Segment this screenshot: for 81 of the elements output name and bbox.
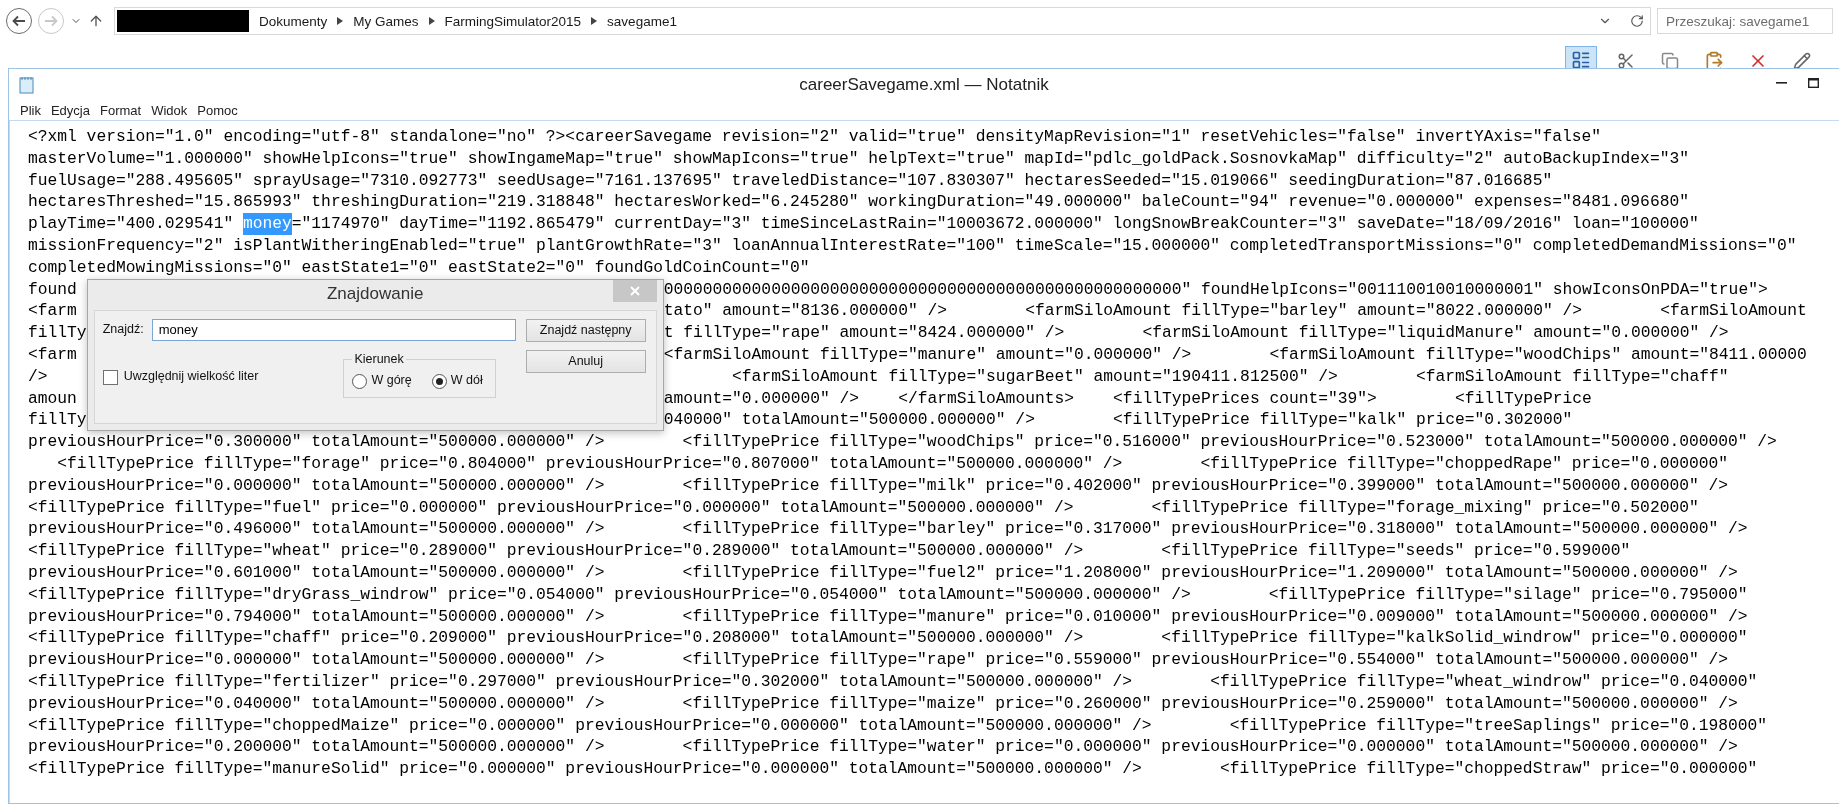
- dialog-button[interactable]: Anuluj: [525, 349, 646, 373]
- code-line: previousHourPrice="0.794000" totalAmount="500000.000000" /> <fillTypePrice fillType="manure" price="0.010000" previousHourPrice="0.009000" totalAmount="500000.000000" />: [28, 605, 1749, 628]
- code-text: ="1174970" dayTime="1192.865479" currentDay="3" timeSinceLastRain="10003672.000000" longSnowBreakCounter="3" saveDate="18/09/2016" loan="100000": [291, 213, 1699, 235]
- menu-item[interactable]: Widok: [146, 102, 193, 118]
- up-button[interactable]: [88, 13, 104, 29]
- code-text: tato" amount="8136.000000" /> <farmSiloAmount fillType="barley" amount="8022.000000" /> <farmSiloAmount: [663, 300, 1807, 323]
- menu-item[interactable]: Pomoc: [192, 102, 243, 118]
- forward-arrow-icon: [44, 15, 58, 27]
- code-line: <fillTypePrice fillType="forage" price="0.804000" previousHourPrice="0.807000" totalAmount="500000.000000" /> <fillTypePrice fillType="choppedRape" price="0.000000": [56, 452, 1730, 475]
- scissors-icon[interactable]: [1617, 52, 1635, 68]
- menu-item[interactable]: Edycja: [45, 102, 95, 118]
- clipboard-icon[interactable]: [1704, 51, 1724, 68]
- breadcrumb-item[interactable]: savegame1: [607, 13, 677, 29]
- back-arrow-icon: [12, 15, 26, 27]
- minimize-icon: [1775, 82, 1787, 84]
- search-field[interactable]: Przeszukaj: savegame1: [1657, 8, 1833, 34]
- radio-button[interactable]: [431, 373, 447, 389]
- code-line: previousHourPrice="0.300000" totalAmount="500000.000000" /> <fillTypePrice fillType="woodChips" price="0.516000" previousHourPrice="0.523000" totalAmount="500000.000000" />: [28, 431, 1778, 453]
- code-line: fuelUsage="288.495605" sprayUsage="7310.092773" seedUsage="7161.137695" traveledDistance="107.830307" hectaresSeeded="15.019066" seedingDuration="87.016685": [28, 169, 1554, 192]
- breadcrumb-item[interactable]: FarmingSimulator2015: [444, 13, 582, 29]
- code-line: <?xml version="1.0" encoding="utf-8" standalone="no" ?><careerSavegame revision="2" valid="true" densityMapRevision="1" resetVehicles="false" invertYAxis="false": [28, 126, 1603, 148]
- code-text: />: [28, 365, 48, 388]
- group-label: Kierunek: [353, 350, 405, 368]
- code-line: <fillTypePrice fillType="wheat" price="0.289000" previousHourPrice="0.289000" totalAmount="500000.000000" /> <fillTypePrice fillType="seeds" price="0.599000": [28, 540, 1632, 562]
- breadcrumb-separator-icon: [591, 17, 598, 25]
- code-text: amount="0.000000" /> </farmSiloAmounts> <fillTypePrices count="39"> <fillTypePrice: [663, 387, 1592, 410]
- code-line: previousHourPrice="0.000000" totalAmount="500000.000000" /> <fillTypePrice fillType="rape" price="0.559000" previousHourPrice="0.554000" totalAmount="500000.000000" />: [28, 649, 1730, 671]
- breadcrumb-item[interactable]: My Games: [353, 13, 419, 29]
- menu-item[interactable]: Plik: [15, 102, 46, 118]
- find-field[interactable]: money: [151, 318, 516, 341]
- code-text: fillTy: [28, 409, 87, 432]
- breadcrumb-separator-icon: [428, 17, 435, 25]
- code-line: <fillTypePrice fillType="chaff" price="0.209000" previousHourPrice="0.208000" totalAmount="500000.000000" /> <fillTypePrice fillType="kalkSolid_windrow" price="0.000000": [28, 627, 1749, 650]
- radio-button[interactable]: [352, 373, 368, 389]
- code-text: 00000000000000000000000000000000000000000000000000000" foundHelpIcons="001110010010000001" showIconsOnPDA="true">: [663, 278, 1768, 301]
- code-text: t fillType="rape" amount="8424.000000" /> <farmSiloAmount fillType="liquidManure" amount="0.000000" />: [663, 322, 1729, 344]
- breadcrumb-separator-icon: [337, 17, 344, 25]
- radio-label: W górę: [371, 372, 412, 390]
- code-text: <farmSiloAmount fillType="manure" amount="0.000000" /> <farmSiloAmount fillType="woodChips" amount="8411.00000: [663, 343, 1807, 366]
- code-text: playTime="400.029541": [28, 213, 235, 235]
- dialog-button[interactable]: Znajdź następny: [525, 318, 646, 342]
- text-editor[interactable]: [9, 120, 1839, 803]
- code-line: previousHourPrice="0.496000" totalAmount="500000.000000" /> <fillTypePrice fillType="barley" price="0.317000" previousHourPrice="0.318000" totalAmount="500000.000000" />: [28, 518, 1749, 541]
- code-line: missionFrequency="2" isPlantWitheringEnabled="true" plantGrowthRate="3" loanAnnualInterestRate="100" timeScale="15.000000" completedTransportMissions="0" completedDemandMissions="0": [28, 235, 1798, 257]
- code-text: fillTy: [28, 322, 87, 344]
- breadcrumb-item[interactable]: Dokumenty: [259, 13, 328, 29]
- code-line: previousHourPrice="0.200000" totalAmount="500000.000000" /> <fillTypePrice fillType="water" price="0.000000" previousHourPrice="0.000000" totalAmount="500000.000000" />: [28, 736, 1739, 759]
- checkbox-label: Uwzględnij wielkość liter: [123, 368, 259, 386]
- address-bar[interactable]: Dokumenty My Games FarmingSimulator2015 savegame1: [114, 7, 1651, 35]
- code-line: completedMowingMissions="0" eastState1="0" eastState2="0" foundGoldCoinCount="0": [28, 256, 811, 279]
- copy-icon[interactable]: [1661, 52, 1679, 68]
- code-text: 040000" totalAmount="500000.000000" /> <fillTypePrice fillType="kalk" price="0.302000": [663, 409, 1573, 432]
- code-line: <fillTypePrice fillType="manureSolid" price="0.000000" previousHourPrice="0.000000" totalAmount="500000.000000" /> <fillTypePrice fillType="choppedStraw" price="0.000000": [28, 758, 1759, 780]
- refresh-icon[interactable]: [1630, 14, 1644, 28]
- window-title: careerSavegame.xml — Notatnik: [799, 74, 1049, 94]
- find-label: Znajdź:: [102, 320, 144, 338]
- menu-item[interactable]: Format: [95, 102, 147, 118]
- list-view-icon[interactable]: [1571, 50, 1591, 68]
- code-text: <farmSiloAmount fillType="sugarBeet" amount="190411.812500" /> <farmSiloAmount fillType="chaff": [731, 365, 1729, 388]
- code-text: <farm: [28, 300, 77, 323]
- code-line: previousHourPrice="0.601000" totalAmount="500000.000000" /> <fillTypePrice fillType="fuel2" price="1.208000" previousHourPrice="1.209000" totalAmount="500000.000000" />: [28, 561, 1739, 584]
- code-line: <fillTypePrice fillType="dryGrass_windrow" price="0.054000" previousHourPrice="0.054000" totalAmount="500000.000000" /> <fillTypePrice fillType="silage" price="0.795000": [28, 583, 1749, 606]
- pencil-icon[interactable]: [1793, 52, 1811, 68]
- dialog-title: Znajdowanie: [326, 282, 424, 305]
- checkbox[interactable]: [102, 369, 118, 385]
- code-text: amoun: [28, 387, 77, 410]
- notepad-icon: [19, 75, 35, 94]
- radio-label: W dół: [450, 372, 483, 390]
- code-line: hectaresThreshed="15.865993" threshingDuration="219.318848" hectaresWorked="6.245280" workingDuration="49.000000" baleCount="94" revenue="0.000000" expenses="8481.096680": [28, 191, 1690, 214]
- code-text: <farm: [28, 343, 77, 366]
- code-line: previousHourPrice="0.000000" totalAmount="500000.000000" /> <fillTypePrice fillType="milk" price="0.402000" previousHourPrice="0.399000" totalAmount="500000.000000" />: [28, 474, 1730, 497]
- code-text: found: [28, 278, 77, 301]
- maximize-icon: [1807, 78, 1819, 88]
- selected-text: money: [242, 213, 292, 235]
- code-line: previousHourPrice="0.040000" totalAmount="500000.000000" /> <fillTypePrice fillType="maize" price="0.260000" previousHourPrice="0.259000" totalAmount="500000.000000" />: [28, 692, 1739, 715]
- code-line: masterVolume="1.000000" showHelpIcons="true" showIngameMap="true" showMapIcons="true" helpText="true" mapId="pdlc_goldPack.SosnovkaMap" difficulty="2" autoBackupIndex="3": [28, 147, 1690, 170]
- close-icon: [629, 285, 640, 296]
- back-button[interactable]: [6, 8, 32, 34]
- code-line: <fillTypePrice fillType="choppedMaize" price="0.000000" previousHourPrice="0.000000" totalAmount="500000.000000" /> <fillTypePrice fillType="treeSaplings" price="0.198000": [28, 714, 1769, 737]
- code-line: <fillTypePrice fillType="fertilizer" price="0.297000" previousHourPrice="0.302000" totalAmount="500000.000000" /> <fillTypePrice fillType="wheat_windrow" price="0.040000": [28, 670, 1759, 693]
- code-line: <fillTypePrice fillType="fuel" price="0.000000" previousHourPrice="0.000000" totalAmount="500000.000000" /> <fillTypePrice fillType="forage_mixing" price="0.502000": [28, 496, 1700, 519]
